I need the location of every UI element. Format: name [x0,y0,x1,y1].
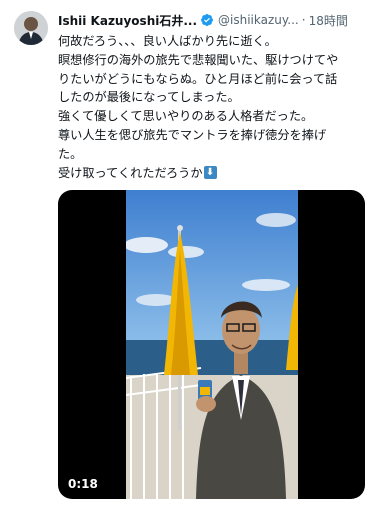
author-name[interactable]: Ishii Kazuyoshi石井... [58,12,197,29]
tweet-text-line: したのが最後になってしまった。 [58,90,240,105]
tweet-text-line: 受け取ってくれただろうか [58,165,203,180]
author-avatar[interactable] [14,11,48,45]
tweet-text-line: りたいがどうにもならぬ。ひと月ほど前に会って話 [58,71,338,86]
tweet-text-line-last: 受け取ってくれただろうか ⬇ [58,164,370,183]
down-arrow-glyph: ⬇ [205,166,215,178]
tweet-text: 何故だろう、、、良い人ばかり先に逝く。 瞑想修行の海外の旅先で悲報聞いた、駆けつ… [58,32,370,182]
separator-dot: · [301,13,306,27]
video-player[interactable]: 0:18 [58,190,365,499]
tweet-text-line: 何故だろう、、、良い人ばかり先に逝く。 [58,34,277,48]
tweet-timestamp[interactable]: 18時間 [309,12,348,29]
down-arrow-emoji-icon: ⬇ [203,165,217,179]
video-thumbnail [126,190,298,499]
tweet-header: Ishii Kazuyoshi石井... @ishiikazuy... · 18… [58,11,370,29]
tweet-text-line: 尊い人生を偲び旅先でマントラを捧げ徳分を捧げ [58,127,327,142]
video-frame[interactable] [126,190,298,499]
tweet-text-line: 瞑想修行の海外の旅先で悲報聞いた、駆けつけてや [58,52,339,67]
verified-badge-icon [201,14,214,26]
author-handle[interactable]: @ishiikazuy... [218,13,299,27]
video-duration: 0:18 [68,477,98,491]
tweet-text-line: た。 [58,146,83,161]
tweet-text-line: 強くて優しくて思いやりのある人格者だった。 [58,109,314,124]
